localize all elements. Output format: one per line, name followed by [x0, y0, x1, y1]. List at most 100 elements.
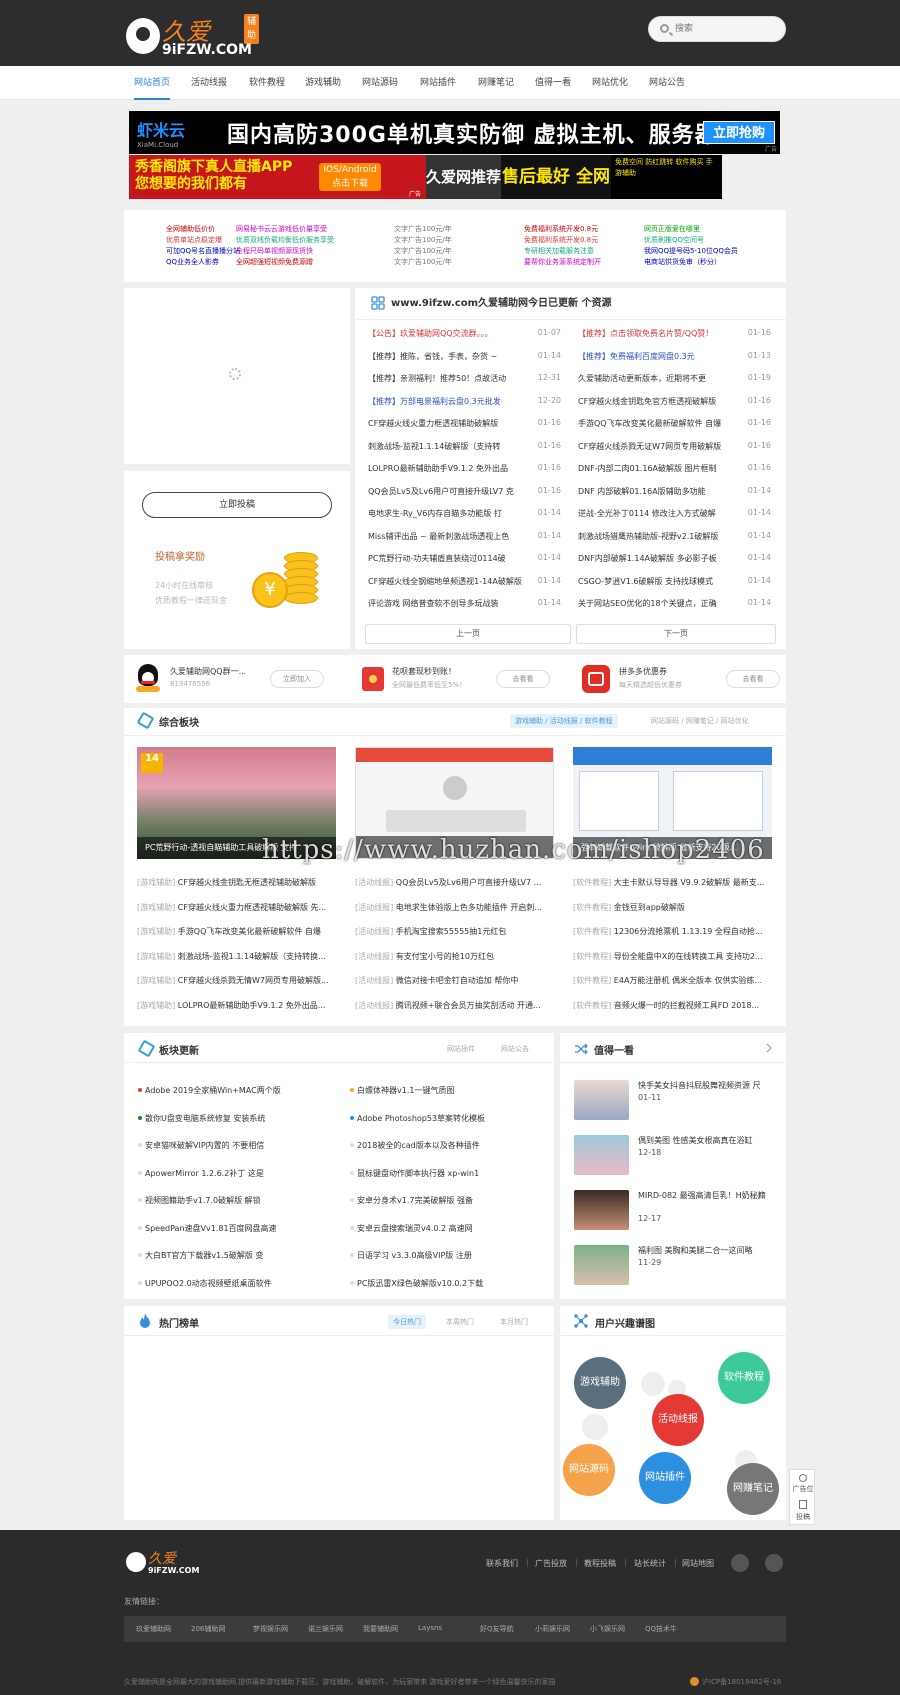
item-title[interactable]: E4A万能注册机 偶米全版本 仅供实验练...	[614, 976, 762, 985]
item-category[interactable]: [活动线报]	[355, 1001, 393, 1010]
nav-item-9[interactable]: 网站公告	[649, 66, 685, 100]
update-row[interactable]: DNF 内部破解01.16A版辅助多功能 01-14	[578, 486, 771, 497]
item-category[interactable]: [活动线报]	[355, 952, 393, 961]
update-title[interactable]: 刺激战场猎鹰热辅助版-视野v2.1破解版	[578, 531, 733, 542]
composite-item[interactable]: [游戏辅助] LOLPRO最新辅助助手V9.1.2 免外出品...	[137, 1000, 337, 1011]
composite-item[interactable]: [游戏辅助] CF穿越火线金钥匙无框透视辅助破解版	[137, 877, 337, 888]
text-ad-link[interactable]: 网易秘书云云游戏低价量享受	[236, 224, 327, 234]
update-title[interactable]: DNF 内部破解01.16A版辅助多功能	[578, 486, 733, 497]
item-title[interactable]: 音频火爆一时的拦截视频工具FD 2018...	[614, 1001, 759, 1010]
text-ad-link[interactable]: 全程尺码单视频源现货快	[236, 246, 313, 256]
prev-page-button[interactable]: 上一页	[365, 624, 571, 644]
item-category[interactable]: [游戏辅助]	[137, 1001, 175, 1010]
text-ad-link[interactable]: 免费福利系统开发0.8元	[524, 235, 598, 245]
bubble-site-plugin[interactable]: 网站插件	[639, 1452, 691, 1504]
friend-link[interactable]: 小飞娱乐网	[590, 1624, 625, 1634]
footer-link[interactable]: 广告投放	[535, 1558, 567, 1569]
worth-title[interactable]: 快手美女抖音抖屁股舞视频资源 尺	[638, 1080, 768, 1091]
update-row[interactable]: CF穿越火线金钥匙免官方框透视破解版 01-16	[578, 396, 771, 407]
update-title[interactable]: 手游QQ飞车改变美化最新破解软件 自爆	[578, 418, 733, 429]
wechat-icon[interactable]	[765, 1554, 783, 1572]
item-category[interactable]: [软件教程]	[573, 1001, 611, 1010]
update-title[interactable]: 逆战-全光补丁0114 修改注入方式破解	[578, 508, 733, 519]
update-link[interactable]: Adobe Photoshop53草案转化模板	[357, 1113, 547, 1124]
tab-games-activities-software[interactable]: 游戏辅助 / 活动线报 / 软件教程	[510, 714, 618, 728]
item-title[interactable]: CF穿越火线金钥匙无框透视辅助破解版	[178, 878, 316, 887]
update-link[interactable]: 白嫖体神器v1.1一键气质图	[357, 1085, 547, 1096]
worth-thumb[interactable]	[574, 1190, 629, 1230]
update-link[interactable]: Adobe 2019全家桶Win+MAC两个版	[145, 1085, 335, 1096]
text-ad-link[interactable]: 文字广告100元/年	[394, 246, 452, 256]
text-ad-link[interactable]: 文字广告100元/年	[394, 224, 452, 234]
composite-item[interactable]: [游戏辅助] CF穿越火线杀戮无情W7网页专用破解版...	[137, 975, 337, 986]
nav-item-0[interactable]: 网站首页	[134, 66, 171, 100]
update-title[interactable]: CF穿越火线火重力框透视辅助破解版	[368, 418, 523, 429]
update-title[interactable]: 评论游戏 网络普查软不创导多玩战装	[368, 598, 523, 609]
update-title[interactable]: Miss辅评出品 ~ 最新刺激战场透视上色	[368, 531, 523, 542]
update-row[interactable]: 刺激战场猎鹰热辅助版-视野v2.1破解版 01-14	[578, 531, 771, 542]
update-row[interactable]: 刺激战场-监视1.1.14破解版（支持转 01-16	[368, 441, 561, 452]
item-title[interactable]: 电地求生体验版上色多功能插件 开启刺...	[396, 903, 542, 912]
text-ad-link[interactable]: 优质双线负载均衡低价服务享受	[236, 235, 334, 245]
item-category[interactable]: [游戏辅助]	[137, 903, 175, 912]
update-row[interactable]: CF穿越火线全钢缩地单频透视1-14A破解版 01-14	[368, 576, 561, 587]
update-row[interactable]: PC荒野行动-功夫辅盾直装绕过0114破 01-14	[368, 553, 561, 564]
footer-logo[interactable]: 久爱 9iFZW.COM	[126, 1548, 206, 1578]
update-title[interactable]: CF穿越火线杀戮无证W7网页专用破解版	[578, 441, 733, 452]
edit-icon[interactable]	[799, 1500, 807, 1509]
update-title[interactable]: 【公告】玖爱辅助网QQ交流群。。。	[368, 328, 523, 339]
item-category[interactable]: [游戏辅助]	[137, 976, 175, 985]
update-link[interactable]: ApowerMirror 1.2.6.2补丁 这是	[145, 1168, 335, 1179]
bubble-activity[interactable]: 活动线报	[652, 1394, 704, 1446]
text-ad-link[interactable]: 电商站供货免审（秒分）	[644, 257, 721, 267]
update-title[interactable]: CF穿越火线金钥匙免官方框透视破解版	[578, 396, 733, 407]
tab-week-hot[interactable]: 本周热门	[446, 1317, 474, 1327]
worth-thumb[interactable]	[574, 1080, 629, 1120]
tab-today-hot[interactable]: 今日热门	[388, 1315, 426, 1329]
composite-item[interactable]: [软件教程] 12306分流抢票机 1.13.19 全程自动抢...	[573, 926, 773, 937]
float-submit-label[interactable]: 投稿	[790, 1512, 816, 1522]
update-row[interactable]: DNF内部破解1.14A破解版 多必影子板 01-14	[578, 553, 771, 564]
search-icon[interactable]	[660, 24, 669, 33]
update-link[interactable]: 安卓猫咪破解VIP内置的 不要相信	[145, 1140, 335, 1151]
bubble-software-tutorial[interactable]: 软件教程	[718, 1352, 770, 1404]
composite-item[interactable]: [软件教程] 音频火爆一时的拦截视频工具FD 2018...	[573, 1000, 773, 1011]
friend-link[interactable]: QQ技术牛	[645, 1624, 677, 1634]
update-link[interactable]: PC版迅雷X绿色破解版v10.0.2下载	[357, 1278, 547, 1289]
tab-notices[interactable]: 网站公告	[501, 1044, 529, 1054]
text-ad-link[interactable]: 全网超强短视频免费源蹭	[236, 257, 313, 267]
item-category[interactable]: [游戏辅助]	[137, 952, 175, 961]
promo-button[interactable]: 去看看	[726, 670, 780, 688]
item-category[interactable]: [软件教程]	[573, 903, 611, 912]
promo-button[interactable]: 去看看	[496, 670, 550, 688]
update-row[interactable]: 逆战-全光补丁0114 修改注入方式破解 01-14	[578, 508, 771, 519]
update-title[interactable]: 关于网站SEO优化的18个关键点，正确	[578, 598, 733, 609]
item-title[interactable]: CF穿越火线火重力框透视辅助破解版 先...	[178, 903, 326, 912]
text-ad-link[interactable]: 网页正版爱在哪里	[644, 224, 700, 234]
item-category[interactable]: [游戏辅助]	[137, 927, 175, 936]
item-category[interactable]: [软件教程]	[573, 927, 611, 936]
banner-ad-promos[interactable]: 秀香阁旗下真人直播APP 您想要的我们都有 IOS/Android 点击下载 久爱…	[129, 155, 722, 231]
friend-link[interactable]: 玖爱辅助网	[136, 1624, 171, 1634]
composite-item[interactable]: [活动线报] 手机淘宝搜索55555抽1元红包	[355, 926, 555, 937]
nav-item-7[interactable]: 值得一看	[535, 66, 571, 100]
item-category[interactable]: [活动线报]	[355, 976, 393, 985]
update-row[interactable]: Miss辅评出品 ~ 最新刺激战场透视上色 01-14	[368, 531, 561, 542]
update-title[interactable]: LOLPRO最新辅助助手V9.1.2 免外出品	[368, 463, 523, 474]
composite-item[interactable]: [软件教程] 大主卡默认导导器 V9.9.2破解版 最新支...	[573, 877, 773, 888]
update-row[interactable]: CF穿越火线火重力框透视辅助破解版 01-16	[368, 418, 561, 429]
friend-link[interactable]: 好Q友导航	[480, 1624, 514, 1634]
nav-item-8[interactable]: 网站优化	[592, 66, 628, 100]
text-ad-link[interactable]: QQ业务全人影券	[166, 257, 219, 267]
item-title[interactable]: 12306分流抢票机 1.13.19 全程自动抢...	[614, 927, 763, 936]
update-row[interactable]: 关于网站SEO优化的18个关键点，正确 01-14	[578, 598, 771, 609]
text-ad-link[interactable]: 我网QQ提号码5-10位QQ会员	[644, 246, 738, 256]
update-title[interactable]: 刺激战场-监视1.1.14破解版（支持转	[368, 441, 523, 452]
user-icon[interactable]	[799, 1474, 807, 1482]
text-ad-link[interactable]: 可加QQ号名直播播分站	[166, 246, 240, 256]
text-ad-link[interactable]: 专研相关加载服务注意	[524, 246, 594, 256]
composite-item[interactable]: [活动线报] 有支付宝小号的抢10万红包	[355, 951, 555, 962]
update-title[interactable]: QQ会员Lv5及Lv6用户可直接升级LV7 克	[368, 486, 523, 497]
weibo-icon[interactable]	[731, 1554, 749, 1572]
next-page-button[interactable]: 下一页	[576, 624, 776, 644]
